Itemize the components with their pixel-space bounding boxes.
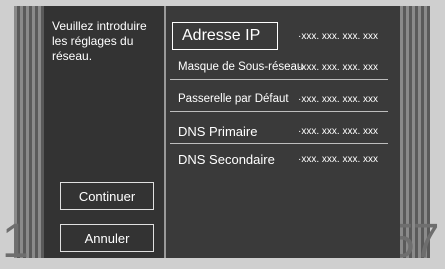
ghost-number-left: 1 bbox=[2, 215, 29, 268]
secondary-dns-value: ·xxx. xxx. xxx. xxx bbox=[298, 154, 378, 165]
row-separator bbox=[170, 79, 388, 80]
primary-dns-row[interactable]: DNS Primaire ·xxx. xxx. xxx. xxx bbox=[168, 120, 400, 144]
ip-address-row[interactable]: Adresse IP ·xxx. xxx. xxx. xxx bbox=[168, 22, 400, 52]
row-separator bbox=[170, 111, 388, 112]
subnet-mask-row[interactable]: Masque de Sous-réseau ·xxx. xxx. xxx. xx… bbox=[168, 56, 400, 80]
secondary-dns-label: DNS Secondaire bbox=[178, 152, 275, 167]
instruction-text: Veuillez introduire les réglages du rése… bbox=[52, 19, 147, 63]
subnet-mask-value: ·xxx. xxx. xxx. xxx bbox=[298, 62, 378, 73]
ip-address-label: Adresse IP bbox=[182, 27, 261, 44]
secondary-dns-row[interactable]: DNS Secondaire ·xxx. xxx. xxx. xxx bbox=[168, 148, 400, 172]
default-gateway-label: Passerelle par Défaut bbox=[178, 93, 289, 105]
continue-button[interactable]: Continuer bbox=[60, 182, 154, 210]
cancel-button[interactable]: Annuler bbox=[60, 224, 154, 252]
row-separator bbox=[170, 143, 388, 144]
network-settings-screen: 1 57 Veuillez introduire les réglages du… bbox=[0, 0, 445, 268]
primary-dns-value: ·xxx. xxx. xxx. xxx bbox=[298, 126, 378, 137]
primary-dns-label: DNS Primaire bbox=[178, 124, 258, 139]
subnet-mask-label: Masque de Sous-réseau bbox=[178, 61, 304, 73]
default-gateway-row[interactable]: Passerelle par Défaut ·xxx. xxx. xxx. xx… bbox=[168, 88, 400, 112]
ip-address-value: ·xxx. xxx. xxx. xxx bbox=[298, 31, 378, 42]
default-gateway-value: ·xxx. xxx. xxx. xxx bbox=[298, 94, 378, 105]
